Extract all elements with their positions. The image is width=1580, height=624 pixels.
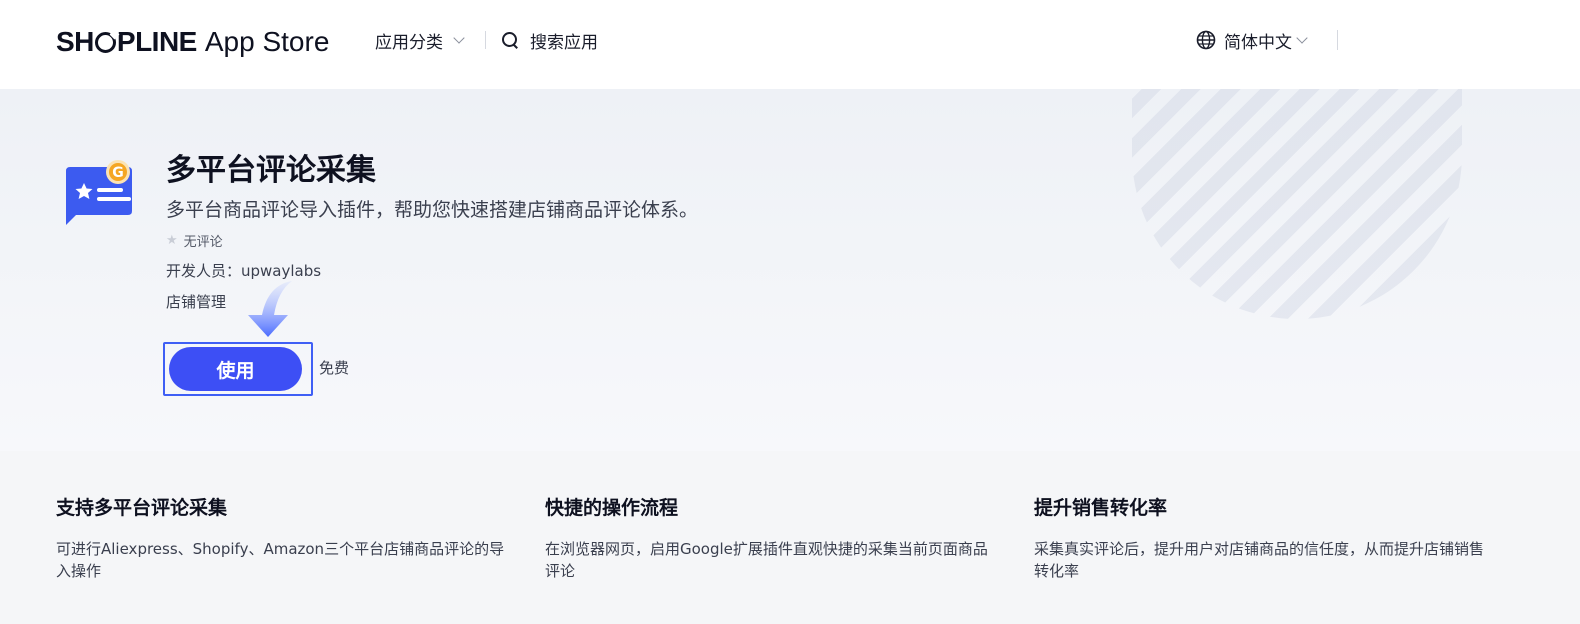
chevron-down-icon: [1296, 32, 1308, 44]
brand-logo[interactable]: SH PLINE App Store: [56, 22, 329, 62]
top-header: SH PLINE App Store 应用分类 搜索应用 简体中文: [0, 0, 1580, 89]
chevron-down-icon: [453, 32, 465, 44]
feature-title: 提升销售转化率: [1034, 497, 1168, 519]
app-category[interactable]: 店铺管理: [166, 291, 226, 312]
nav-search[interactable]: 搜索应用: [502, 28, 598, 53]
search-icon: [502, 32, 518, 48]
decorative-stripes: [1132, 89, 1462, 319]
main-nav: 应用分类 搜索应用: [375, 28, 598, 53]
nav-categories-label: 应用分类: [375, 32, 443, 53]
language-selector[interactable]: 简体中文: [1196, 28, 1308, 53]
app-hero: G 多平台评论采集 多平台商品评论导入插件，帮助您快速搭建店铺商品评论体系。 ★…: [0, 89, 1580, 451]
use-button[interactable]: 使用: [169, 347, 302, 391]
shopline-wordmark: SH PLINE: [56, 26, 197, 57]
feature-desc: 可进行Aliexpress、Shopify、Amazon三个平台店铺商品评论的导…: [56, 540, 505, 580]
icon-badge-letter: G: [112, 165, 124, 181]
header-divider: [1337, 30, 1338, 50]
globe-icon: [1196, 30, 1216, 50]
feature-item: 支持多平台评论采集 可进行Aliexpress、Shopify、Amazon三个…: [56, 493, 506, 582]
app-title: 多平台评论采集: [166, 153, 376, 188]
rating-text: 无评论: [183, 235, 223, 250]
feature-title: 快捷的操作流程: [545, 497, 679, 519]
feature-title: 支持多平台评论采集: [56, 497, 228, 519]
features-section: 支持多平台评论采集 可进行Aliexpress、Shopify、Amazon三个…: [0, 451, 1580, 624]
feature-item: 快捷的操作流程 在浏览器网页，启用Google扩展插件直观快捷的采集当前页面商品…: [545, 493, 995, 582]
language-label: 简体中文: [1224, 32, 1292, 53]
nav-divider: [485, 31, 486, 49]
nav-categories[interactable]: 应用分类: [375, 28, 465, 53]
app-store-label: App Store: [204, 26, 330, 57]
feature-item: 提升销售转化率 采集真实评论后，提升用户对店铺商品的信任度，从而提升店铺销售转化…: [1034, 493, 1484, 582]
star-icon: ★: [166, 233, 178, 248]
arrow-down-icon: [248, 281, 292, 337]
logo-o-mark: [94, 31, 116, 53]
app-subtitle: 多平台商品评论导入插件，帮助您快速搭建店铺商品评论体系。: [166, 199, 699, 221]
developer-info: 开发人员：upwaylabs: [166, 262, 322, 280]
nav-search-label: 搜索应用: [530, 32, 598, 53]
rating: ★ 无评论: [166, 231, 223, 250]
feature-desc: 采集真实评论后，提升用户对店铺商品的信任度，从而提升店铺销售转化率: [1034, 540, 1485, 580]
use-button-highlight: 使用: [163, 342, 313, 396]
price-label: 免费: [319, 359, 350, 377]
app-icon: G: [66, 160, 132, 225]
feature-desc: 在浏览器网页，启用Google扩展插件直观快捷的采集当前页面商品评论: [545, 540, 988, 580]
